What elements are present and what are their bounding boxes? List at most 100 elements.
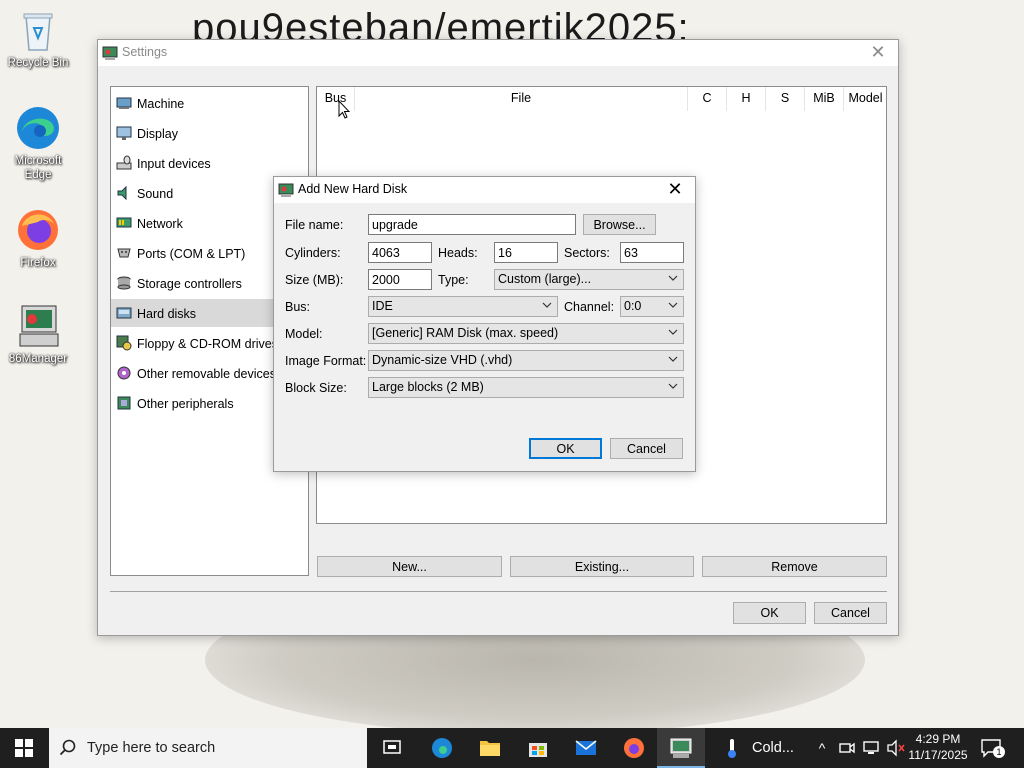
block-size-select[interactable]: Large blocks (2 MB): [368, 377, 684, 398]
desktop-icon-label: Firefox: [20, 257, 56, 269]
new-disk-button[interactable]: New...: [317, 556, 502, 577]
bus-select[interactable]: IDE: [368, 296, 558, 317]
channel-value: 0:0: [624, 299, 642, 313]
clock[interactable]: 4:29 PM 11/17/2025: [905, 731, 971, 763]
meet-now-icon[interactable]: [838, 739, 856, 757]
start-button[interactable]: [0, 728, 48, 768]
input-devices-icon: [116, 155, 132, 171]
model-select[interactable]: [Generic] RAM Disk (max. speed): [368, 323, 684, 344]
desktop-icon-edge[interactable]: Microsoft Edge: [0, 104, 76, 182]
dialog-titlebar[interactable]: Add New Hard Disk ✕: [274, 177, 695, 203]
taskbar-edge[interactable]: [418, 728, 466, 768]
chevron-down-icon: [668, 354, 678, 364]
image-format-label: Image Format:: [285, 354, 367, 368]
hard-disks-icon: [116, 305, 132, 321]
dialog-ok-button[interactable]: OK: [529, 438, 602, 459]
column-heads[interactable]: H: [727, 87, 766, 111]
close-icon[interactable]: ✕: [858, 40, 898, 66]
model-value: [Generic] RAM Disk (max. speed): [372, 326, 559, 340]
channel-select[interactable]: 0:0: [620, 296, 684, 317]
weather-widget[interactable]: Cold...: [712, 728, 808, 768]
network-icon[interactable]: [862, 739, 880, 757]
search-placeholder: Type here to search: [87, 740, 216, 756]
dialog-cancel-button[interactable]: Cancel: [610, 438, 683, 459]
desktop-icon-firefox[interactable]: Firefox: [0, 206, 76, 270]
category-machine[interactable]: Machine: [111, 89, 308, 117]
chevron-down-icon: [668, 381, 678, 391]
column-mib[interactable]: MiB: [805, 87, 844, 111]
taskbar-firefox[interactable]: [610, 728, 658, 768]
removable-devices-icon: [116, 365, 132, 381]
desktop-icon-86manager[interactable]: 86Manager: [0, 302, 76, 366]
86box-app-icon: [278, 182, 294, 198]
display-icon: [116, 125, 132, 141]
category-input-devices[interactable]: Input devices: [111, 149, 308, 177]
peripherals-icon: [116, 395, 132, 411]
sectors-label: Sectors:: [564, 246, 610, 260]
category-label: Input devices: [137, 157, 211, 171]
desktop-icon-label: Recycle Bin: [7, 57, 69, 69]
cylinders-input[interactable]: [368, 242, 432, 263]
taskbar-search-box[interactable]: Type here to search: [49, 728, 367, 768]
cylinders-label: Cylinders:: [285, 246, 341, 260]
taskbar-file-explorer[interactable]: [466, 728, 514, 768]
task-view-icon: [383, 740, 401, 754]
dialog-title: Add New Hard Disk: [298, 182, 408, 196]
close-icon[interactable]: ✕: [655, 177, 695, 203]
bus-value: IDE: [372, 299, 393, 313]
taskbar-mail[interactable]: [562, 728, 610, 768]
firefox-icon: [624, 738, 644, 758]
block-size-value: Large blocks (2 MB): [372, 380, 484, 394]
category-label: Machine: [137, 97, 185, 111]
settings-titlebar[interactable]: Settings ✕: [98, 40, 898, 66]
bus-label: Bus:: [285, 300, 311, 314]
folder-icon: [480, 741, 500, 756]
sound-icon: [116, 185, 132, 201]
category-label: Storage controllers: [137, 277, 242, 291]
settings-ok-button[interactable]: OK: [733, 602, 806, 624]
notification-center-button[interactable]: 1: [980, 738, 1005, 758]
edge-icon: [14, 104, 62, 152]
image-format-select[interactable]: Dynamic-size VHD (.vhd): [368, 350, 684, 371]
recycle-bin-icon: [14, 6, 62, 54]
edge-icon: [432, 738, 452, 758]
chevron-down-icon: [668, 273, 678, 283]
volume-muted-icon[interactable]: [886, 739, 906, 757]
type-select[interactable]: Custom (large)...: [494, 269, 684, 290]
chevron-up-icon[interactable]: ^: [812, 740, 832, 756]
chevron-down-icon: [668, 300, 678, 310]
category-label: Hard disks: [137, 307, 197, 321]
task-view-button[interactable]: [368, 728, 416, 768]
desktop-icon-recycle-bin[interactable]: Recycle Bin: [0, 6, 76, 70]
window-title: Settings: [122, 45, 168, 59]
image-format-value: Dynamic-size VHD (.vhd): [372, 353, 513, 367]
sectors-input[interactable]: [620, 242, 684, 263]
mouse-cursor-icon: [338, 99, 351, 120]
windows-logo-icon: [15, 739, 33, 757]
category-label: Other peripherals: [137, 397, 234, 411]
size-input[interactable]: [368, 269, 432, 290]
taskbar: Type here to search Cold... ^ 4:29 PM 11…: [0, 728, 1024, 768]
column-sectors[interactable]: S: [766, 87, 805, 111]
column-file[interactable]: File: [355, 87, 688, 111]
channel-label: Channel:: [564, 300, 615, 314]
taskbar-store[interactable]: [514, 728, 562, 768]
heads-input[interactable]: [494, 242, 558, 263]
remove-disk-button[interactable]: Remove: [702, 556, 887, 577]
column-cylinders[interactable]: C: [688, 87, 727, 111]
taskbar-86box[interactable]: [657, 728, 705, 768]
category-display[interactable]: Display: [111, 119, 308, 147]
settings-cancel-button[interactable]: Cancel: [814, 602, 887, 624]
model-label: Model:: [285, 327, 323, 341]
floppy-cdrom-icon: [116, 335, 132, 351]
search-icon: [59, 739, 76, 756]
storage-controllers-icon: [116, 275, 132, 291]
desktop-icon-label: 86Manager: [8, 353, 68, 365]
thermometer-icon: [728, 739, 736, 758]
category-label: Sound: [137, 187, 174, 201]
browse-button[interactable]: Browse...: [583, 214, 656, 235]
category-label: Network: [137, 217, 183, 231]
existing-disk-button[interactable]: Existing...: [510, 556, 694, 577]
file-name-input[interactable]: [368, 214, 576, 235]
column-model[interactable]: Model: [844, 87, 887, 111]
